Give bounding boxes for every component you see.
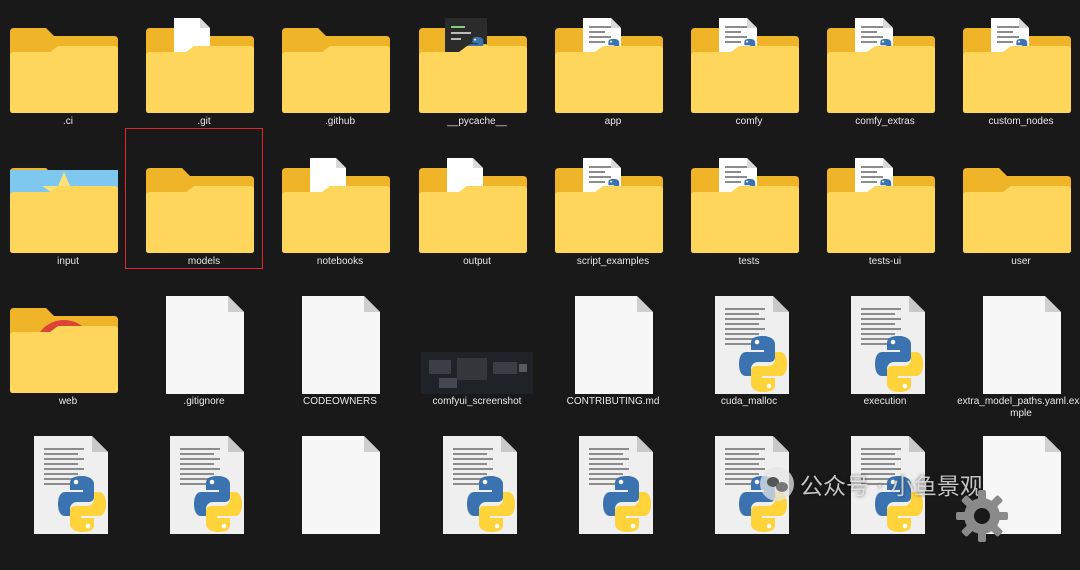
file-item-label: .git — [197, 116, 211, 127]
file-item-label: models — [187, 256, 221, 267]
file-item[interactable]: tests — [681, 150, 817, 290]
folder-python-icon — [953, 10, 1080, 118]
file-item[interactable]: script_examples — [545, 150, 681, 290]
file-blank-icon — [272, 290, 408, 398]
file-item[interactable]: CODEOWNERS — [272, 290, 408, 430]
file-blank-icon — [272, 430, 408, 538]
file-item-label: execution — [863, 396, 907, 407]
file-item[interactable]: extra_model_paths.yaml.example — [953, 290, 1080, 430]
file-item[interactable]: user — [953, 150, 1080, 290]
file-item[interactable]: __pycache__ — [409, 10, 545, 150]
file-item-label: comfyui_screenshot — [432, 396, 522, 407]
file-item-label: CONTRIBUTING.md — [566, 396, 660, 407]
wechat-logo-icon — [760, 467, 794, 501]
file-item[interactable]: comfy_extras — [817, 10, 953, 150]
folder-python-icon — [817, 150, 953, 258]
file-blank-icon — [953, 290, 1080, 398]
folder-icon — [953, 150, 1080, 258]
file-item[interactable]: input — [0, 150, 136, 290]
file-item[interactable]: comfyui_screenshot — [409, 290, 545, 430]
file-item[interactable] — [272, 430, 408, 570]
file-item-label: user — [1011, 256, 1031, 267]
python-file-icon — [681, 290, 817, 398]
gear-icon — [956, 490, 1008, 542]
folder-python-icon — [545, 150, 681, 258]
folder-python-icon — [681, 150, 817, 258]
file-item[interactable]: custom_nodes — [953, 10, 1080, 150]
file-item[interactable]: notebooks — [272, 150, 408, 290]
file-item-label: __pycache__ — [447, 116, 507, 127]
file-item[interactable] — [136, 430, 272, 570]
file-item-label: .ci — [63, 116, 73, 127]
folder-python-icon — [681, 10, 817, 118]
folder-doc-icon — [409, 150, 545, 258]
folder-pycache-icon — [409, 10, 545, 118]
python-file-icon — [817, 290, 953, 398]
file-item-label: .gitignore — [183, 396, 225, 407]
file-item-label: cuda_malloc — [720, 396, 778, 407]
file-item[interactable]: cuda_malloc — [681, 290, 817, 430]
file-item[interactable]: comfy — [681, 10, 817, 150]
file-item[interactable]: tests-ui — [817, 150, 953, 290]
file-item-label: notebooks — [316, 256, 364, 267]
file-item[interactable]: CONTRIBUTING.md — [545, 290, 681, 430]
folder-icon — [0, 10, 136, 118]
folder-python-icon — [545, 10, 681, 118]
file-item-label: app — [604, 116, 622, 127]
folder-image-icon — [0, 150, 136, 258]
file-item[interactable]: web — [0, 290, 136, 430]
file-item[interactable]: .github — [272, 10, 408, 150]
folder-chrome-icon — [0, 290, 136, 398]
file-item-label: output — [463, 256, 491, 267]
folder-icon — [272, 10, 408, 118]
file-item-label: custom_nodes — [988, 116, 1054, 127]
file-item-label: tests — [738, 256, 760, 267]
python-file-icon — [409, 430, 545, 538]
file-item[interactable]: app — [545, 10, 681, 150]
watermark: 公众号 · 小鱼景观 — [760, 467, 983, 501]
python-file-icon — [0, 430, 136, 538]
file-item[interactable] — [0, 430, 136, 570]
file-blank-icon — [545, 290, 681, 398]
file-item-label: CODEOWNERS — [303, 396, 377, 407]
folder-icon — [136, 150, 272, 258]
file-item[interactable]: .git — [136, 10, 272, 150]
file-grid: .ci .git .github __pycache__ app comfy c… — [0, 0, 1080, 534]
file-item[interactable]: models — [136, 150, 272, 290]
file-item-label: comfy_extras — [855, 116, 915, 127]
folder-python-icon — [817, 10, 953, 118]
folder-doc-icon — [272, 150, 408, 258]
file-item-label: tests-ui — [868, 256, 902, 267]
file-item[interactable]: .gitignore — [136, 290, 272, 430]
python-file-icon — [545, 430, 681, 538]
file-item[interactable]: execution — [817, 290, 953, 430]
file-item-label: script_examples — [576, 256, 650, 267]
file-item-label: extra_model_paths.yaml.example — [957, 396, 1080, 419]
python-file-icon — [136, 430, 272, 538]
file-item-label: comfy — [735, 116, 763, 127]
file-item[interactable] — [545, 430, 681, 570]
file-item[interactable] — [409, 430, 545, 570]
file-item[interactable]: .ci — [0, 10, 136, 150]
file-item[interactable]: output — [409, 150, 545, 290]
image-thumbnail-icon — [409, 290, 545, 398]
file-item-label: input — [57, 256, 79, 267]
file-blank-icon — [136, 290, 272, 398]
folder-doc-icon — [136, 10, 272, 118]
file-item-label: .github — [324, 116, 356, 127]
file-item-label: web — [58, 396, 78, 407]
